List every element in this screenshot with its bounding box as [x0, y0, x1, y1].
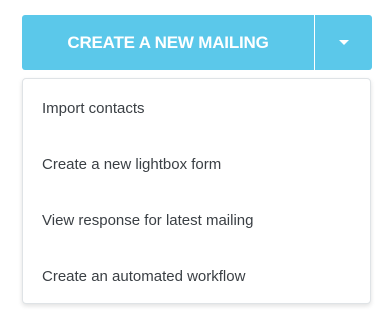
- page: CREATE A NEW MAILING Import contacts Cre…: [0, 0, 375, 312]
- dropdown-menu: Import contacts Create a new lightbox fo…: [22, 78, 371, 304]
- menu-item-create-automated-workflow[interactable]: Create an automated workflow: [23, 249, 370, 303]
- caret-down-icon: [338, 40, 349, 45]
- menu-item-import-contacts[interactable]: Import contacts: [23, 81, 370, 135]
- button-divider: [314, 15, 315, 70]
- menu-item-create-lightbox-form[interactable]: Create a new lightbox form: [23, 137, 370, 191]
- create-new-mailing-button[interactable]: CREATE A NEW MAILING: [22, 15, 314, 70]
- create-mailing-split-button: CREATE A NEW MAILING: [22, 15, 372, 70]
- dropdown-toggle-button[interactable]: [315, 15, 372, 70]
- menu-item-view-latest-response[interactable]: View response for latest mailing: [23, 193, 370, 247]
